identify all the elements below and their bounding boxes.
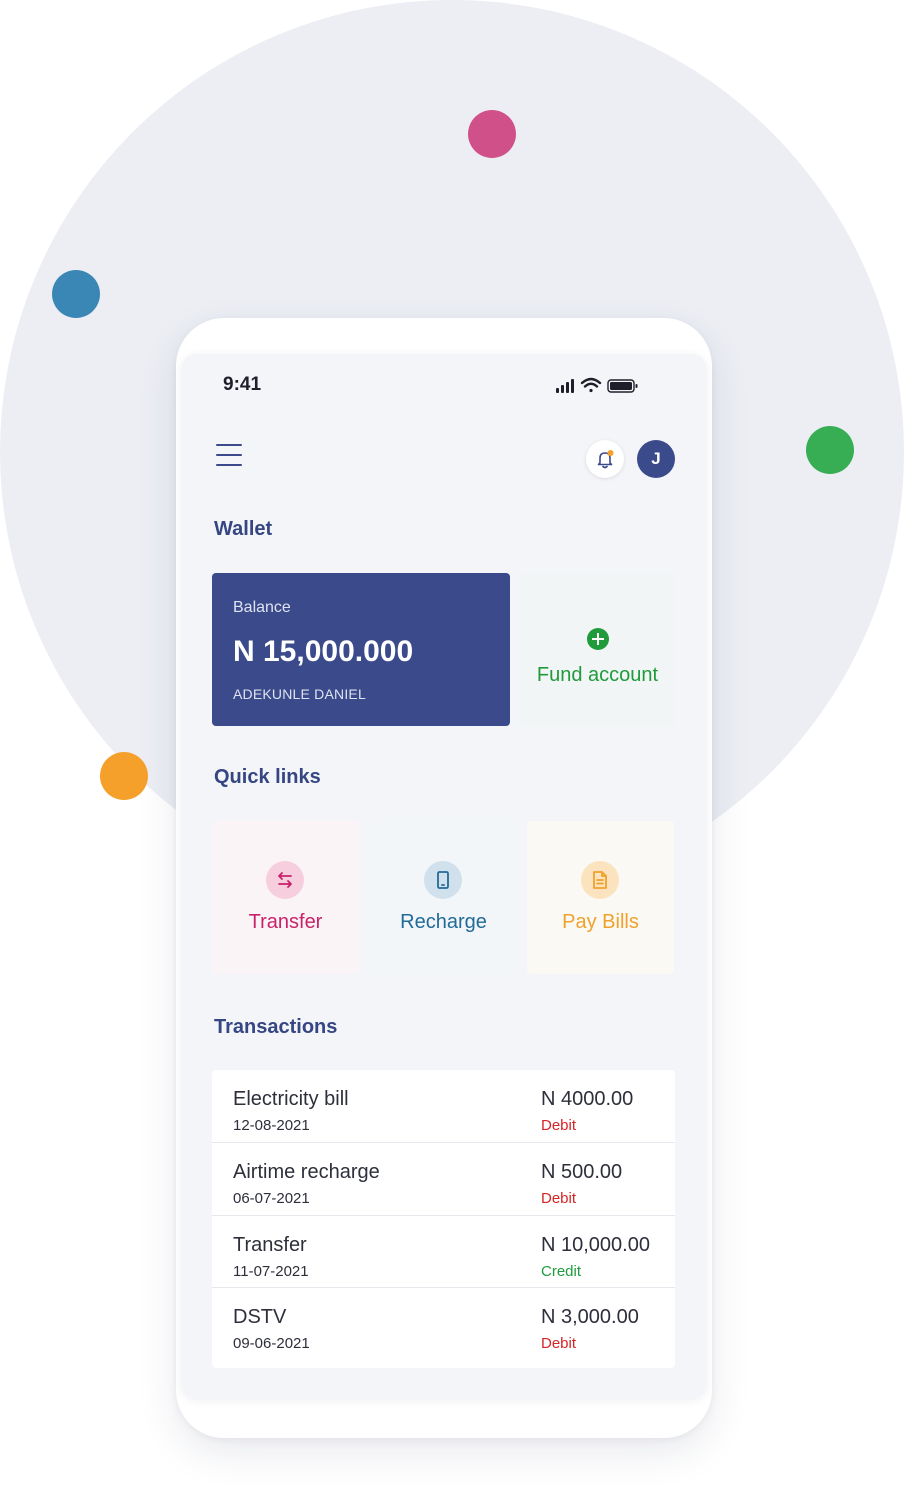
decorative-dot-pink — [468, 110, 516, 158]
transaction-name: Airtime recharge — [233, 1161, 380, 1183]
document-icon — [581, 861, 619, 899]
quick-link-label: Transfer — [248, 911, 323, 933]
transaction-date: 09-06-2021 — [233, 1335, 310, 1352]
transaction-type: Credit — [541, 1263, 582, 1280]
transaction-amount: N 10,000.00 — [541, 1234, 650, 1256]
transaction-amount: N 4000.00 — [541, 1088, 634, 1110]
quick-link-recharge[interactable]: Recharge — [370, 821, 517, 974]
transaction-type: Debit — [541, 1117, 577, 1134]
transaction-row[interactable]: DSTV 09-06-2021 N 3,000.00 Debit — [212, 1287, 675, 1360]
transaction-date: 12-08-2021 — [233, 1117, 310, 1134]
menu-icon[interactable] — [216, 444, 242, 468]
quick-link-transfer[interactable]: Transfer — [212, 821, 359, 974]
bell-icon — [597, 450, 614, 469]
decorative-dot-orange — [100, 752, 148, 800]
transaction-amount: N 3,000.00 — [541, 1306, 639, 1328]
transactions-list: Electricity bill 12-08-2021 N 4000.00 De… — [212, 1070, 675, 1368]
transaction-amount: N 500.00 — [541, 1161, 623, 1183]
transaction-type: Debit — [541, 1190, 577, 1207]
balance-card: Balance N 15,000.000 ADEKUNLE DANIEL — [212, 573, 510, 726]
transaction-date: 06-07-2021 — [233, 1190, 310, 1207]
quick-link-label: Pay Bills — [562, 911, 639, 933]
fund-account-label: Fund account — [536, 664, 659, 686]
signal-icon — [556, 379, 574, 393]
app-screen: 9:41 J Wallet Balance N 15,000.000 ADEKU… — [182, 354, 706, 1398]
plus-circle-icon — [587, 628, 609, 650]
phone-icon — [424, 861, 462, 899]
status-time: 9:41 — [223, 374, 262, 395]
quick-link-pay-bills[interactable]: Pay Bills — [527, 821, 674, 974]
avatar[interactable]: J — [637, 440, 675, 478]
transaction-name: Electricity bill — [233, 1088, 349, 1110]
transfer-icon — [266, 861, 304, 899]
transaction-type: Debit — [541, 1335, 577, 1352]
transaction-date: 11-07-2021 — [233, 1263, 309, 1280]
wifi-icon — [580, 377, 602, 393]
account-name: ADEKUNLE DANIEL — [233, 686, 366, 702]
quick-link-label: Recharge — [400, 911, 487, 933]
phone-frame: 9:41 J Wallet Balance N 15,000.000 ADEKU… — [176, 318, 712, 1438]
transaction-row[interactable]: Airtime recharge 06-07-2021 N 500.00 Deb… — [212, 1142, 675, 1215]
transaction-row[interactable]: Transfer 11-07-2021 N 10,000.00 Credit — [212, 1215, 675, 1288]
transaction-row[interactable]: Electricity bill 12-08-2021 N 4000.00 De… — [212, 1070, 675, 1142]
wallet-title: Wallet — [214, 518, 273, 540]
notification-button[interactable] — [586, 440, 624, 478]
fund-account-button[interactable]: Fund account — [520, 573, 675, 726]
status-icons — [556, 377, 638, 393]
balance-label: Balance — [233, 599, 291, 616]
transactions-title: Transactions — [214, 1016, 338, 1038]
transaction-name: DSTV — [233, 1306, 287, 1328]
battery-icon — [607, 379, 638, 393]
decorative-dot-blue — [52, 270, 100, 318]
decorative-dot-green — [806, 426, 854, 474]
balance-amount: N 15,000.000 — [233, 635, 414, 668]
transaction-name: Transfer — [233, 1234, 307, 1256]
quick-links-title: Quick links — [214, 766, 321, 788]
